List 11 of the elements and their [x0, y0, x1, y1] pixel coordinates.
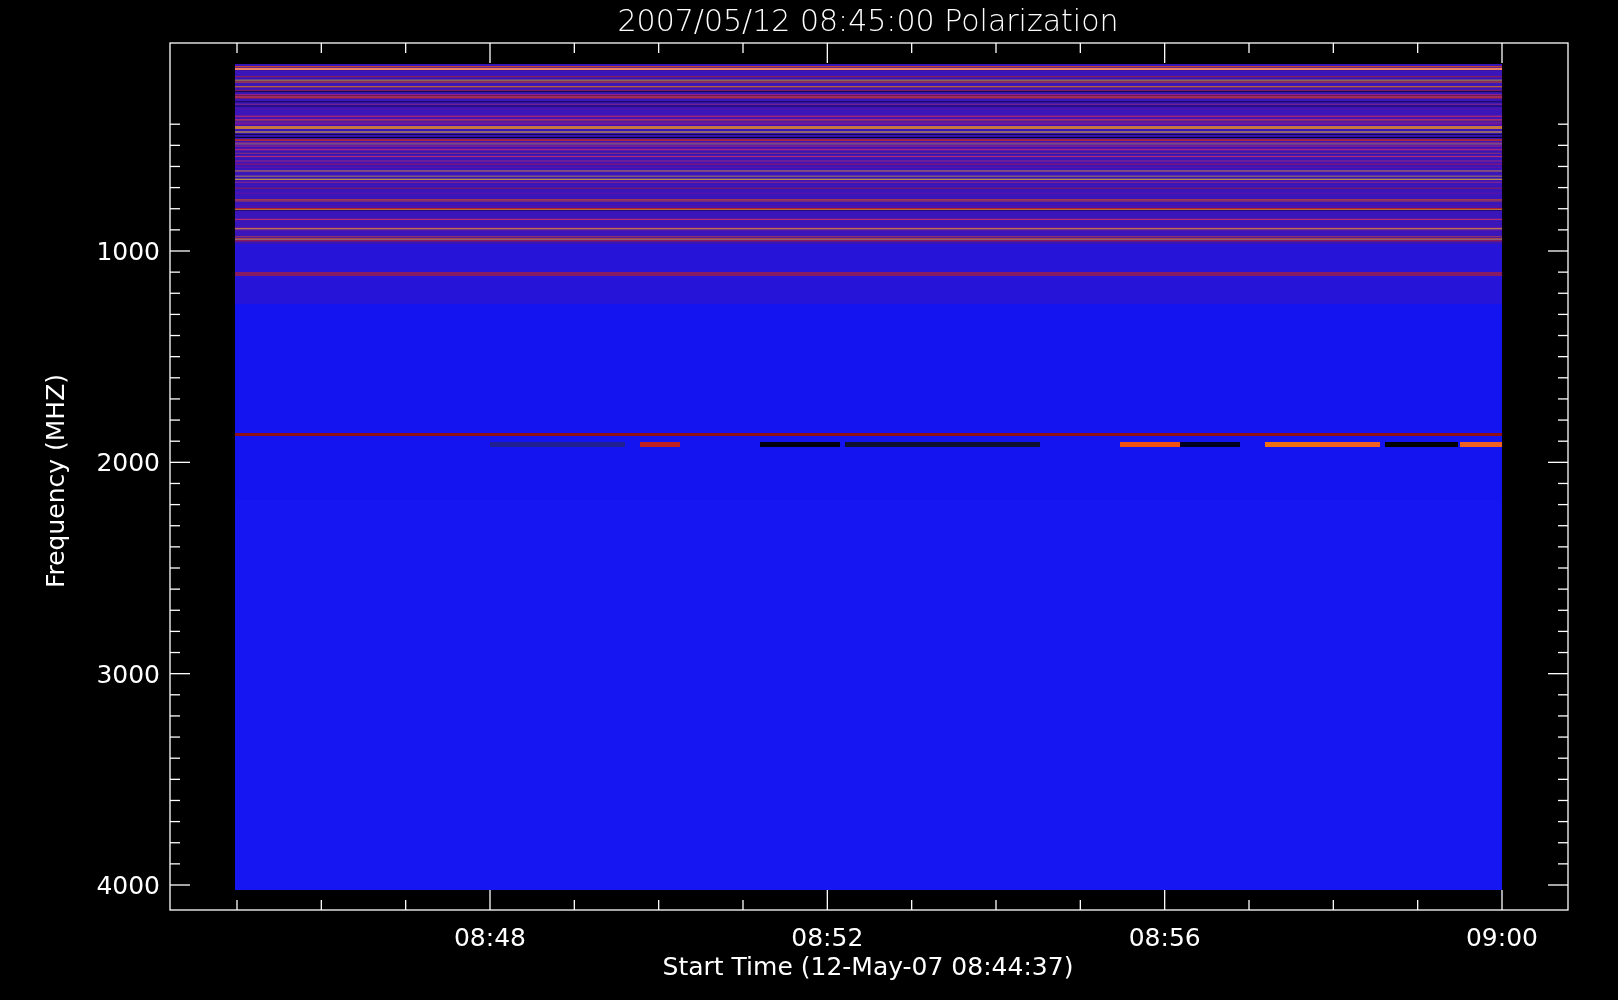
axis-tick-label: 09:00	[1466, 923, 1538, 952]
axis-title: Frequency (MHZ)	[41, 373, 70, 589]
chart-title: 2007/05/12 08:45:00 Polarization	[617, 3, 1119, 38]
axis-tick-label: 08:52	[791, 923, 864, 952]
axis-tick-label: 2000	[96, 448, 160, 478]
axis-title: Start Time (12-May-07 08:44:37)	[662, 952, 1074, 981]
axis-tick-label: 3000	[96, 659, 160, 689]
axis-tick-label: 4000	[96, 871, 160, 900]
axis-tick-label: 1000	[96, 237, 160, 266]
axis-tick-label: 08:56	[1128, 923, 1201, 952]
axis-tick-label: 08:48	[454, 923, 526, 952]
